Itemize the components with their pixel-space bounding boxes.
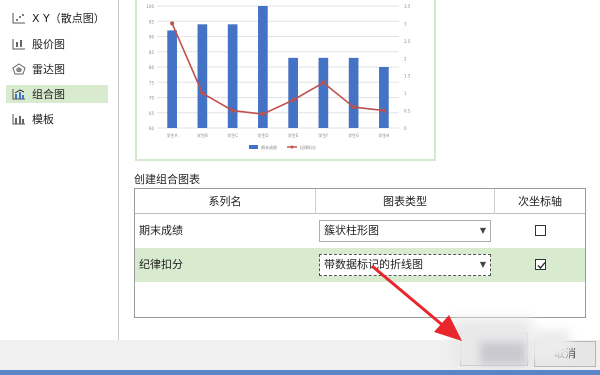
chart-type-sidebar: X Y（散点图） 股价图 雷达图 组合图 模板 [0,0,118,340]
legend-label: 纪律扣分 [300,144,316,150]
x-tick-label: 学生H [378,132,389,138]
column-divider [494,189,495,214]
x-tick-label: 学生B [197,132,208,138]
y2-tick-label: 0 [404,126,407,131]
y-tick-label: 100 [146,4,154,9]
radar-chart-icon [12,63,26,75]
line-point [381,108,386,113]
column-divider [315,189,316,214]
bar [348,57,359,128]
line-point [170,21,175,26]
y2-tick-label: 3.5 [404,4,411,9]
combo-section-title: 创建组合图表 [134,173,200,186]
x-tick-label: 学生F [318,132,329,138]
y2-tick-label: 3 [404,21,407,26]
y-tick-label: 80 [149,65,155,70]
dropdown-value: 簇状柱形图 [324,224,379,237]
y2-tick-label: 1.5 [404,74,411,79]
y-tick-label: 85 [149,50,155,55]
bar [379,67,389,128]
stock-chart-icon [12,38,26,50]
line-point [321,80,326,85]
y-tick-label: 75 [149,80,155,85]
legend-swatch-marker [290,145,294,149]
y-tick-label: 95 [149,19,155,24]
line-point [260,112,265,117]
chart-type-dropdown[interactable]: 带数据标记的折线图 ▼ [319,254,491,276]
sidebar-item-label: X Y（散点图） [32,12,105,25]
secondary-axis-checkbox[interactable] [535,225,546,236]
bar [288,57,298,128]
template-chart-icon [12,113,26,125]
header-series-name: 系列名 [135,189,315,214]
series-name: 纪律扣分 [139,258,183,271]
y2-tick-label: 0.5 [404,109,411,114]
cancel-button-blur [530,330,570,360]
bar [197,24,208,128]
header-secondary-axis: 次坐标轴 [495,189,585,214]
scatter-chart-icon [12,12,26,24]
series-name: 期末成绩 [139,224,183,237]
x-tick-label: 学生D [257,132,268,138]
line-point [351,105,356,110]
series-row-discipline[interactable]: 纪律扣分 带数据标记的折线图 ▼ [135,248,585,282]
combo-chart-svg: 60 65 70 75 80 85 90 95 100 0 0.5 1 1.5 2 2.5 3 3.5 学生A 学生… [146,4,411,150]
sidebar-item-template[interactable]: 模板 [6,110,108,128]
x-tick-label: 学生C [227,132,238,138]
sidebar-item-radar[interactable]: 雷达图 [6,60,108,78]
y2-tick-label: 1 [404,91,407,96]
y-tick-label: 60 [149,126,155,131]
line-point [200,91,205,96]
x-tick-label: 学生E [288,132,299,138]
x-tick-label: 学生A [167,132,178,138]
sidebar-item-label: 股价图 [32,38,65,51]
y2-tick-label: 2.5 [404,39,411,44]
bar [167,30,177,128]
line-point [291,98,296,103]
chart-type-dropdown[interactable]: 簇状柱形图 ▼ [319,220,491,242]
y-tick-label: 70 [149,96,155,101]
y2-tick-label: 2 [404,56,407,61]
taskbar-strip [0,370,600,375]
chevron-down-icon: ▼ [479,260,486,269]
sidebar-item-scatter[interactable]: X Y（散点图） [6,9,108,27]
secondary-axis-checkbox[interactable] [535,259,546,270]
sidebar-item-label: 模板 [32,113,54,126]
ok-button-blur-core [480,342,526,364]
sidebar-item-label: 组合图 [32,88,65,101]
sidebar-divider [118,0,119,340]
series-table: 系列名 图表类型 次坐标轴 期末成绩 簇状柱形图 ▼ 纪律扣分 带数据标记的折线… [134,188,586,318]
sidebar-item-combo[interactable]: 组合图 [6,85,108,103]
dropdown-value: 带数据标记的折线图 [324,258,423,271]
x-tick-label: 学生G [348,132,359,138]
checkmark-icon [537,262,546,269]
legend-label: 期末成绩 [261,144,277,150]
bar [258,6,268,128]
y-tick-label: 90 [149,35,155,40]
combo-chart-icon [12,88,26,100]
series-row-final-score[interactable]: 期末成绩 簇状柱形图 ▼ [135,214,585,248]
header-chart-type: 图表类型 [315,189,495,214]
line-point [230,108,235,113]
chevron-down-icon: ▼ [479,226,486,235]
sidebar-item-label: 雷达图 [32,63,65,76]
chart-preview: 60 65 70 75 80 85 90 95 100 0 0.5 1 1.5 2 2.5 3 3.5 学生A 学生… [135,0,436,161]
legend-swatch-bar [249,145,258,149]
y-tick-label: 65 [149,111,155,116]
sidebar-item-stock[interactable]: 股价图 [6,35,108,53]
bar [318,57,329,128]
